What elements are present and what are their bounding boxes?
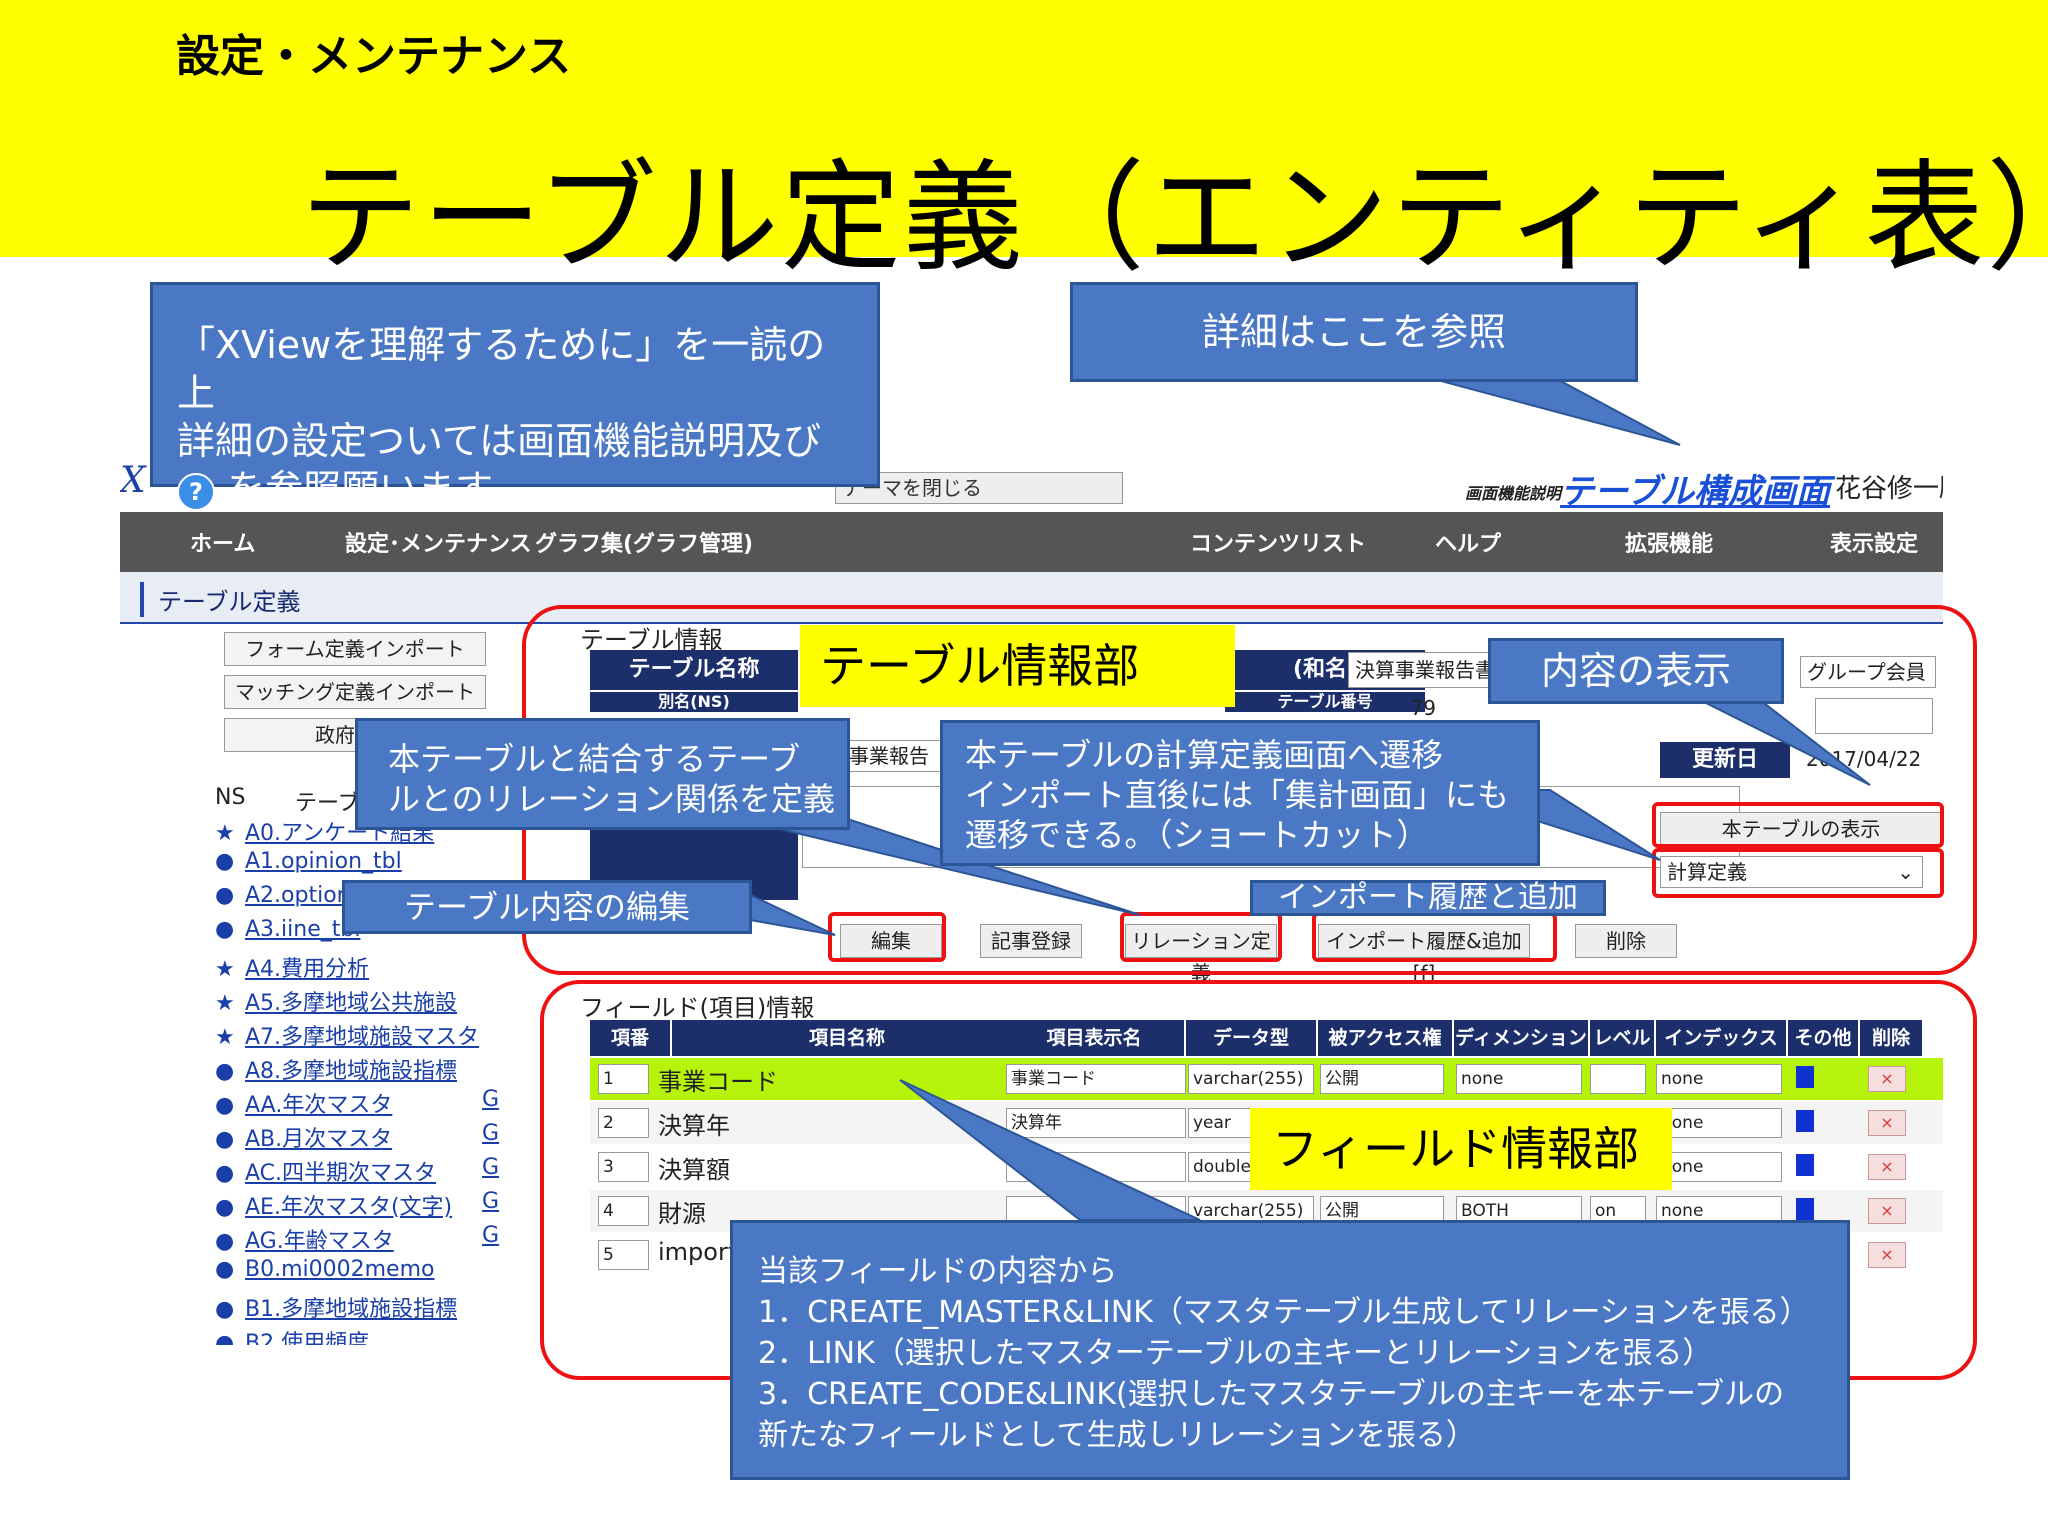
calc-line1: 本テーブルの計算定義画面へ遷移	[965, 736, 1444, 774]
field-callout-line5: 新たなフィールドとして生成しリレーションを張る）	[758, 1418, 1476, 1453]
relation-callout: 本テーブルと結合するテーブ ルとのリレーション関係を定義	[355, 718, 850, 830]
help-icon: ?	[177, 472, 215, 511]
field-callout-line4: 3．CREATE_CODE&LINK(選択したマスタテーブルの主キーを本テーブル…	[758, 1377, 1785, 1412]
calc-line3: 遷移できる。（ショートカット）	[965, 816, 1429, 854]
field-callout-line1: 当該フィールドの内容から	[758, 1254, 1118, 1289]
intro-callout: 「XViewを理解するために」を一読の上 詳細の設定ついては画面機能説明及び ?…	[150, 282, 880, 511]
field-pointer	[899, 1079, 1201, 1221]
relation-line1: 本テーブルと結合するテーブ	[388, 740, 801, 778]
edit-pointer	[738, 888, 836, 936]
intro-line1: 「XViewを理解するために」を一読の上	[177, 323, 826, 415]
table-info-tag: テーブル情報部	[800, 625, 1235, 707]
field-callout-line3: 2．LINK（選択したマスターテーブルの主キーとリレーションを張る）	[758, 1336, 1713, 1371]
relation-line2: ルとのリレーション関係を定義	[388, 780, 836, 818]
calc-line2: インポート直後には「集計画面」にも	[965, 776, 1510, 814]
calc-def-callout: 本テーブルの計算定義画面へ遷移 インポート直後には「集計画面」にも 遷移できる。…	[940, 720, 1540, 866]
content-pointer	[1699, 699, 1871, 786]
field-action-callout: 当該フィールドの内容から 1．CREATE_MASTER&LINK（マスタテーブ…	[730, 1220, 1850, 1480]
field-info-tag: フィールド情報部	[1250, 1108, 1672, 1190]
content-display-callout: 内容の表示	[1488, 638, 1784, 704]
field-callout-line2: 1．CREATE_MASTER&LINK（マスタテーブル生成してリレーションを張…	[758, 1295, 1810, 1330]
intro-line2: 詳細の設定ついては画面機能説明及び	[177, 419, 822, 463]
import-callout: インポート履歴と追加	[1250, 880, 1606, 916]
detail-callout: 詳細はここを参照	[1070, 282, 1638, 382]
intro-line3: を参照願います。	[227, 467, 528, 511]
edit-callout: テーブル内容の編集	[342, 880, 752, 934]
